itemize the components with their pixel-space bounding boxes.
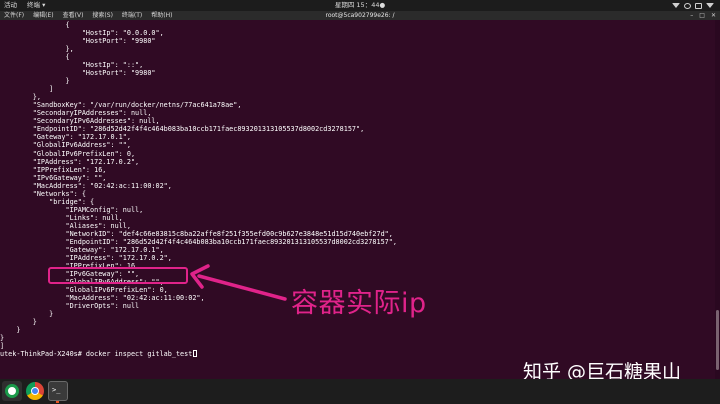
terminal-line: "HostPort": "9980" xyxy=(0,37,156,46)
terminal-line: "SandboxKey": "/var/run/docker/netns/77a… xyxy=(0,101,242,110)
system-menu-icon[interactable] xyxy=(706,3,714,8)
minimize-button[interactable]: – xyxy=(690,11,693,20)
terminal-line: "bridge": { xyxy=(0,197,95,206)
terminal-line: { xyxy=(0,21,70,29)
terminal-line: } xyxy=(0,326,21,335)
clock[interactable]: 星期四 15：44● xyxy=(0,0,720,11)
terminal-line: "HostPort": "9980" xyxy=(0,69,156,78)
terminal-line: "IPAddress": "172.17.0.2", xyxy=(0,253,172,262)
terminal-line: }, xyxy=(0,93,41,102)
terminal-line: "HostIp": "::", xyxy=(0,61,144,70)
terminal-scrollbar[interactable] xyxy=(715,20,720,379)
terminal-line: "SecondaryIPAddresses": null, xyxy=(0,109,152,118)
text-cursor xyxy=(193,350,198,358)
terminal-line: "Gateway": "172.17.0.1", xyxy=(0,245,164,254)
terminal-output[interactable]: { "HostIp": "0.0.0.0", "HostPort": "9980… xyxy=(0,20,715,379)
terminal-line: } xyxy=(0,77,70,86)
terminal-active-indicator xyxy=(56,401,59,403)
top-panel: 活动 终端 ▾ 星期四 15：44● xyxy=(0,0,720,11)
window-title: root@5ca902799e26: / xyxy=(325,12,395,19)
chrome-icon[interactable] xyxy=(25,381,45,401)
terminal-line: "Links": null, xyxy=(0,213,123,222)
terminal-line: ] xyxy=(0,85,54,94)
terminal-line: "EndpointID": "286d52d42f4f4c464b083ba10… xyxy=(0,237,397,246)
terminal-line: "MacAddress": "02:42:ac:11:00:02", xyxy=(0,181,172,190)
terminal-line: "Aliases": null, xyxy=(0,221,131,230)
terminal-line: } xyxy=(0,334,5,343)
terminal-line: "IPPrefixLen": 16, xyxy=(0,165,107,174)
terminal-line: "HostIp": "0.0.0.0", xyxy=(0,29,164,38)
gitkraken-icon[interactable] xyxy=(2,381,22,401)
maximize-button[interactable]: □ xyxy=(699,11,705,20)
terminal-line: "IPv6Gateway": "", xyxy=(0,173,107,182)
terminal-line: "GlobalIPv6PrefixLen": 0, xyxy=(0,149,136,158)
terminal-line: }, xyxy=(0,45,74,54)
volume-icon[interactable] xyxy=(684,2,691,9)
terminal-prompt-glyph: >_ xyxy=(52,386,61,394)
terminal-line: "SecondaryIPv6Addresses": null, xyxy=(0,117,160,126)
terminal-line: "NetworkID": "def4c66e83815c8ba22affe8f2… xyxy=(0,229,393,238)
terminal-icon[interactable]: >_ xyxy=(48,381,68,401)
terminal-line: "Networks": { xyxy=(0,189,86,198)
terminal-line: "Gateway": "172.17.0.1", xyxy=(0,133,131,142)
window-menubar: 文件(F) 编辑(E) 查看(V) 搜索(S) 终端(T) 帮助(H) root… xyxy=(0,11,720,20)
dock: >_ xyxy=(0,379,720,404)
terminal-line: utek-ThinkPad-X240s# docker inspect gitl… xyxy=(0,350,397,358)
scrollbar-thumb[interactable] xyxy=(716,310,719,370)
terminal-line: "IPAddress": "172.17.0.2", xyxy=(0,157,140,166)
terminal-line: { xyxy=(0,53,70,62)
terminal-line: "IPAMConfig": null, xyxy=(0,205,144,214)
close-button[interactable]: ✕ xyxy=(711,11,716,20)
network-icon[interactable] xyxy=(672,3,680,8)
battery-icon[interactable] xyxy=(695,2,702,9)
terminal-line: "EndpointID": "286d52d42f4f4c464b083ba10… xyxy=(0,125,365,134)
terminal-line: "GlobalIPv6Address": "", xyxy=(0,141,131,150)
ip-highlight-box xyxy=(48,267,188,284)
terminal-line: ] xyxy=(0,342,5,351)
annotation-label: 容器实际ip xyxy=(291,288,427,319)
